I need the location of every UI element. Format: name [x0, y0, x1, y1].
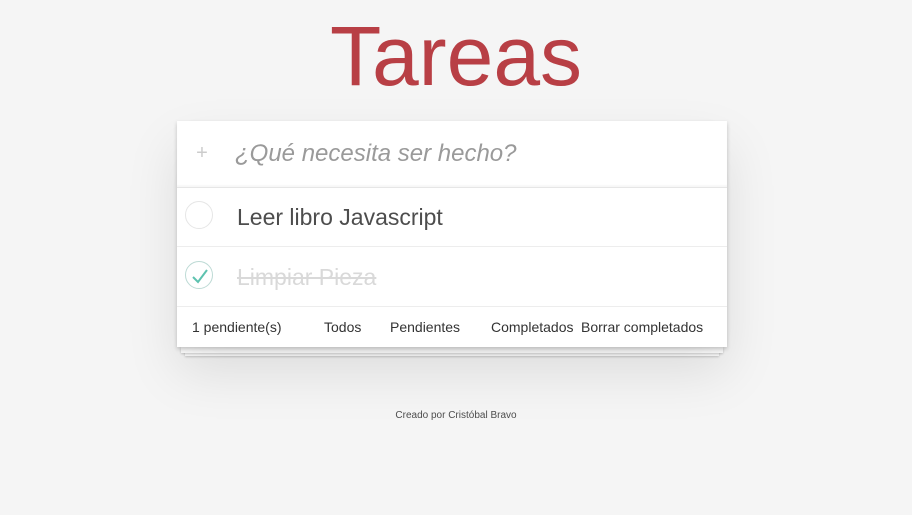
pending-count: 1 pendiente(s) — [192, 319, 282, 335]
todo-item[interactable]: Leer libro Javascript — [177, 187, 727, 247]
todo-item-label[interactable]: Limpiar Pieza — [237, 263, 376, 291]
filter-all[interactable]: Todos — [324, 319, 361, 335]
todo-item-label[interactable]: Leer libro Javascript — [237, 203, 443, 231]
plus-icon[interactable]: + — [194, 143, 210, 163]
filter-active[interactable]: Pendientes — [390, 319, 460, 335]
credit-text: Creado por Cristóbal Bravo — [395, 410, 517, 421]
todo-card: + Leer libro Javascript Limpiar Pieza 1 … — [177, 121, 727, 347]
new-todo-row: + — [177, 121, 727, 188]
todo-footer: 1 pendiente(s) Todos Pendientes Completa… — [177, 307, 727, 347]
todo-item[interactable]: Limpiar Pieza — [177, 247, 727, 307]
checkmark-icon — [192, 269, 208, 284]
new-todo-input[interactable] — [235, 133, 705, 175]
clear-completed-button[interactable]: Borrar completados — [581, 319, 703, 335]
app-title: Tareas — [329, 9, 583, 103]
card-stack-shadow — [181, 347, 723, 353]
checkbox-unchecked-icon[interactable] — [185, 201, 213, 229]
filter-completed[interactable]: Completados — [491, 319, 574, 335]
checkbox-checked-icon[interactable] — [185, 261, 213, 289]
